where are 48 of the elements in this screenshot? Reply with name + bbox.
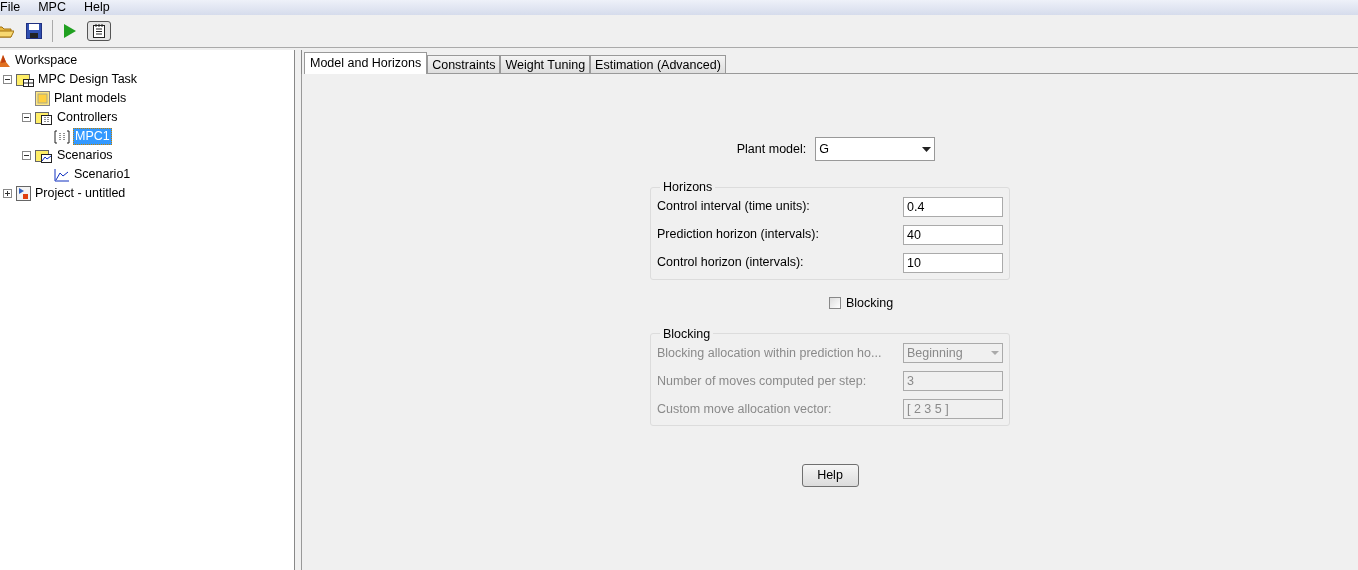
tab[interactable]: Weight Tuning bbox=[500, 55, 591, 74]
group-title: Blocking bbox=[662, 325, 712, 343]
tree-item[interactable]: Project - untitled bbox=[34, 186, 127, 201]
field-label: Control horizon (intervals): bbox=[657, 254, 804, 272]
menu-item[interactable]: MPC bbox=[38, 0, 66, 15]
bracket-block-icon bbox=[54, 129, 70, 144]
notepad-icon bbox=[93, 24, 105, 38]
field-label: Plant model: bbox=[736, 140, 807, 158]
menu-item[interactable]: Help bbox=[83, 0, 110, 15]
folder-chart-icon bbox=[35, 148, 53, 163]
group-title: Horizons bbox=[662, 179, 714, 196]
field-label: Control interval (time units): bbox=[657, 198, 810, 216]
field-label: Prediction horizon (intervals): bbox=[657, 226, 819, 244]
triangle-logo-icon bbox=[0, 53, 11, 68]
field-label: Number of moves computed per step: bbox=[657, 372, 867, 390]
dropdown[interactable]: G bbox=[815, 137, 936, 161]
tab[interactable]: Model and Horizons bbox=[304, 52, 428, 74]
open-folder-icon[interactable] bbox=[0, 23, 14, 39]
checkbox[interactable] bbox=[828, 297, 841, 310]
field-label: Custom move allocation vector: bbox=[657, 400, 832, 418]
folder-grid-icon bbox=[16, 72, 34, 87]
collapse-icon[interactable] bbox=[2, 75, 12, 84]
tree-item[interactable]: Plant models bbox=[53, 91, 128, 106]
line-chart-icon bbox=[54, 167, 70, 182]
caret-icon bbox=[922, 146, 932, 152]
field-label: Blocking allocation within prediction ho... bbox=[657, 344, 882, 362]
notes-toggle-button[interactable] bbox=[87, 21, 111, 41]
tree-item[interactable]: Scenario1 bbox=[73, 167, 132, 182]
checkbox-label: Blocking bbox=[845, 294, 894, 312]
expand-icon[interactable] bbox=[2, 189, 12, 198]
tab[interactable]: Estimation (Advanced) bbox=[590, 55, 726, 74]
menu-item[interactable]: File bbox=[0, 0, 21, 15]
caret-icon bbox=[991, 351, 999, 356]
input-field[interactable]: 40 bbox=[903, 224, 1003, 245]
help-button[interactable]: Help bbox=[801, 464, 859, 488]
tree-item[interactable]: Scenarios bbox=[56, 148, 114, 163]
collapse-icon[interactable] bbox=[21, 151, 31, 160]
save-icon[interactable] bbox=[26, 23, 42, 39]
tree-item[interactable]: Workspace bbox=[14, 53, 79, 68]
input-field[interactable]: 0.4 bbox=[903, 196, 1003, 217]
tab[interactable]: Constraints bbox=[427, 55, 501, 74]
project-icon bbox=[16, 186, 31, 201]
input-field[interactable]: 10 bbox=[903, 252, 1003, 273]
collapse-icon[interactable] bbox=[21, 113, 31, 122]
folder-block-icon bbox=[35, 110, 53, 125]
tree-item[interactable]: Controllers bbox=[56, 110, 119, 125]
play-icon[interactable] bbox=[63, 23, 77, 39]
tree-item[interactable]: MPC Design Task bbox=[37, 72, 139, 87]
